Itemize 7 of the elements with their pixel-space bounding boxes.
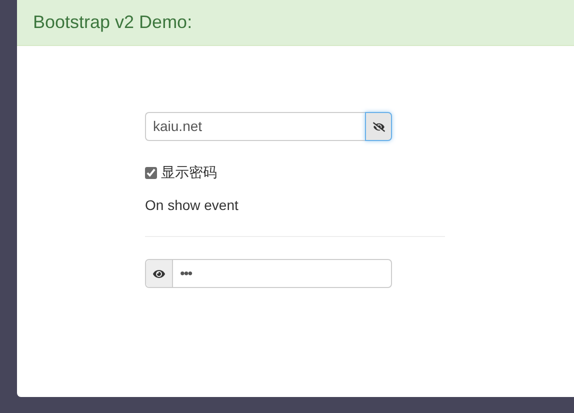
panel-title: Bootstrap v2 Demo: bbox=[33, 11, 192, 34]
eye-slash-icon bbox=[372, 120, 384, 132]
show-password-checkbox[interactable] bbox=[145, 166, 157, 178]
checkbox-label: 显示密码 bbox=[161, 163, 217, 182]
event-text: On show event bbox=[145, 196, 240, 215]
visibility-toggle-button[interactable] bbox=[365, 112, 392, 141]
password-input[interactable]: kaiu.net bbox=[146, 113, 365, 140]
